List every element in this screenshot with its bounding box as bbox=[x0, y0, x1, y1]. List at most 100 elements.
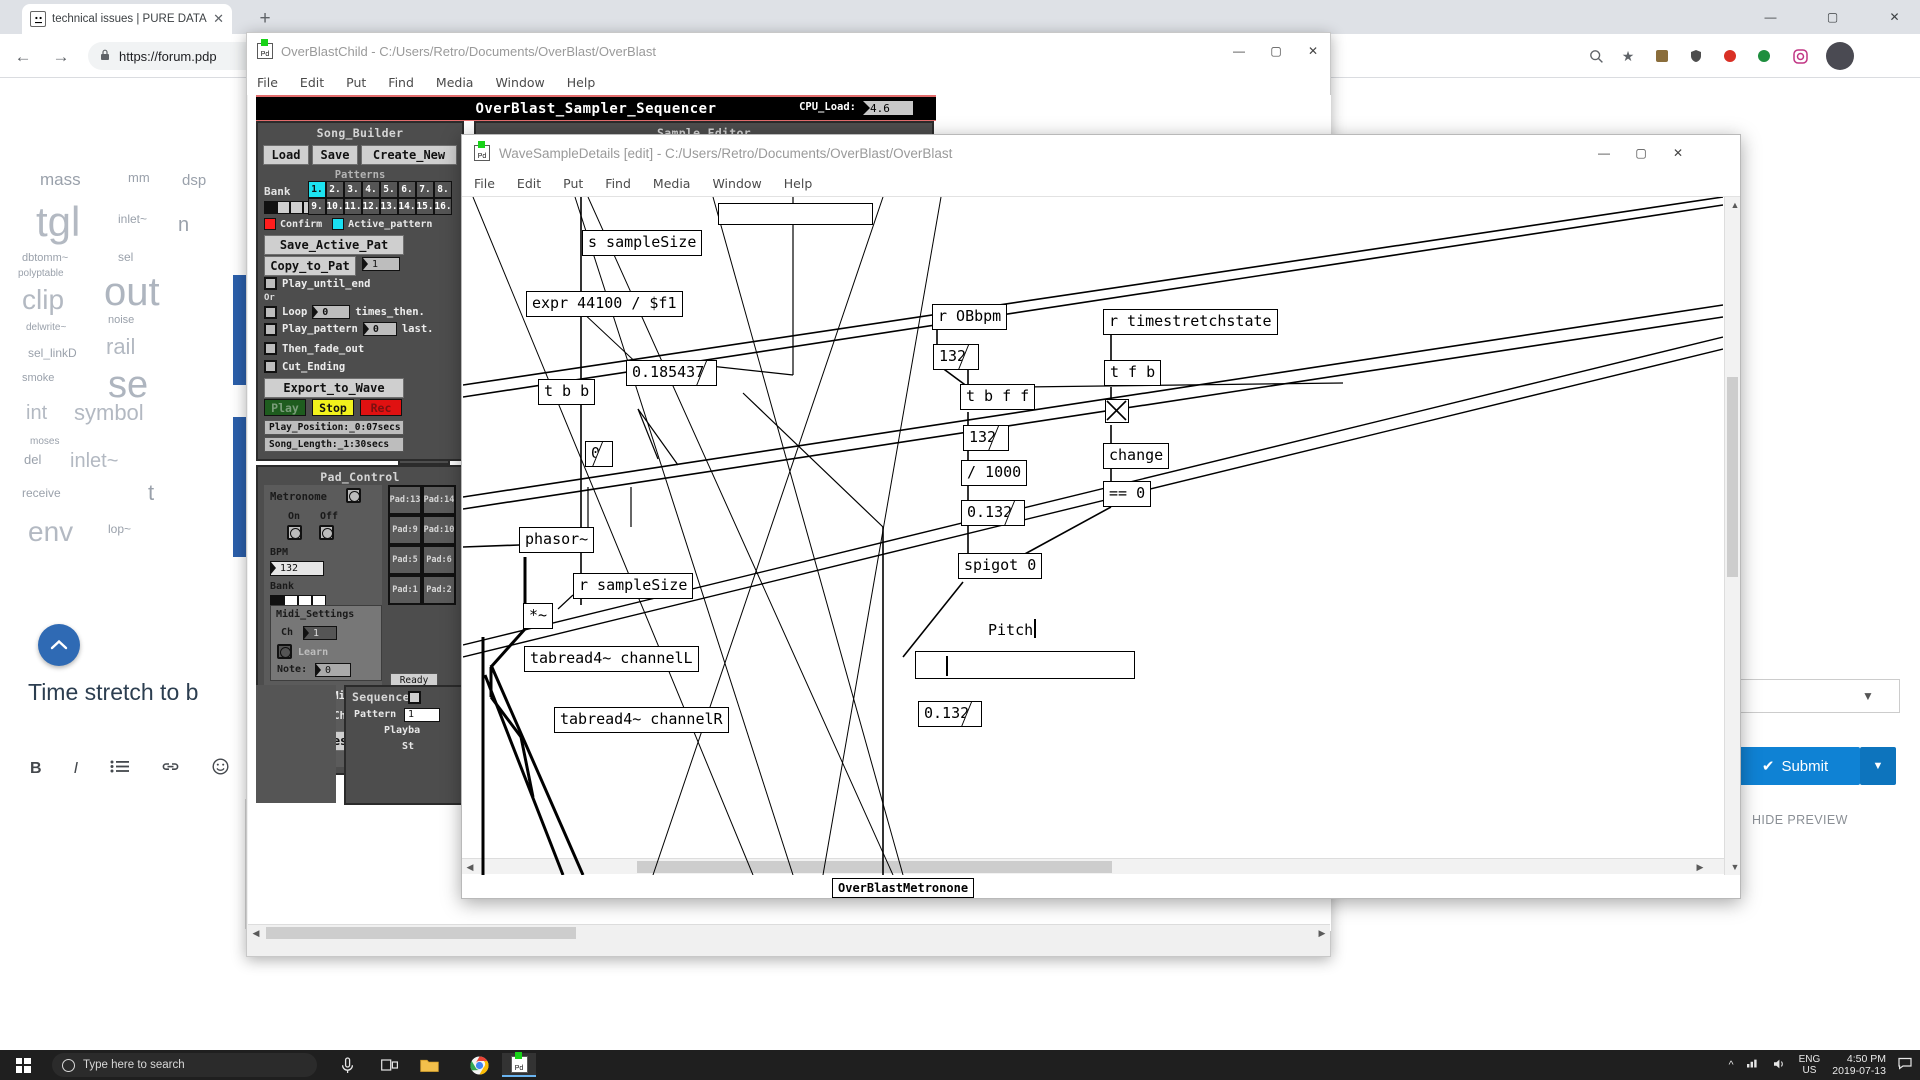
save-button[interactable]: Save bbox=[312, 145, 358, 165]
play-pattern-checkbox[interactable] bbox=[264, 322, 277, 336]
menu-put[interactable]: Put bbox=[563, 176, 583, 191]
shield-icon[interactable] bbox=[1682, 42, 1710, 70]
pd-child-vscrollbar[interactable]: ▲ ▼ bbox=[1724, 197, 1740, 875]
scroll-down-icon[interactable]: ▼ bbox=[1727, 859, 1743, 875]
pd-object-multiply-tilde[interactable]: *~ bbox=[523, 603, 554, 629]
speaker-icon[interactable] bbox=[1773, 1058, 1787, 1073]
pd-object-equals-zero[interactable]: == 0 bbox=[1103, 481, 1152, 507]
pattern-cell[interactable]: 6. bbox=[398, 181, 416, 198]
rec-button[interactable]: Rec bbox=[360, 399, 402, 416]
loop-checkbox[interactable] bbox=[264, 305, 277, 319]
chrome-button[interactable] bbox=[462, 1053, 496, 1077]
pad-9[interactable]: Pad:9 bbox=[388, 515, 422, 545]
then-fade-out-row[interactable]: Then_fade_out bbox=[264, 342, 364, 355]
italic-button[interactable]: I bbox=[74, 760, 78, 778]
pd-object-t-f-b[interactable]: t f b bbox=[1104, 360, 1162, 386]
pd-object-expr[interactable]: expr 44100 / $f1 bbox=[526, 291, 683, 317]
profile-avatar[interactable] bbox=[1826, 42, 1854, 70]
pad-10[interactable]: Pad:10 bbox=[422, 515, 456, 545]
pattern-cell[interactable]: 8. bbox=[434, 181, 452, 198]
midi-settings-panel[interactable]: Midi_Settings Ch 1 Learn Note: 0 bbox=[270, 605, 382, 681]
pd-taskbar-button[interactable]: Pd bbox=[502, 1051, 536, 1077]
pd-object-divide-1000[interactable]: / 1000 bbox=[961, 460, 1028, 486]
pd-child-canvas[interactable]: s sampleSize expr 44100 / $f1 0.185437 t… bbox=[463, 197, 1723, 875]
circle-green-icon[interactable] bbox=[1750, 42, 1778, 70]
pattern-cell[interactable]: 14. bbox=[398, 198, 416, 215]
scroll-to-top-button[interactable] bbox=[38, 624, 80, 666]
windows-taskbar[interactable]: Type here to search Pd ^ ENG US 4:50 PM … bbox=[0, 1050, 1920, 1080]
browser-maximize-button[interactable]: ▢ bbox=[1810, 2, 1855, 32]
search-icon[interactable] bbox=[1582, 42, 1610, 70]
forward-button[interactable]: → bbox=[48, 44, 74, 70]
pd-object-r-samplesize[interactable]: r sampleSize bbox=[573, 573, 694, 599]
pattern-cell[interactable]: 12. bbox=[362, 198, 380, 215]
browser-close-button[interactable]: ✕ bbox=[1872, 2, 1917, 32]
tray-expand-icon[interactable]: ^ bbox=[1729, 1059, 1734, 1071]
menu-media[interactable]: Media bbox=[653, 176, 691, 191]
copy-to-pat-number[interactable]: 1 bbox=[362, 257, 400, 271]
play-until-end-checkbox[interactable] bbox=[264, 277, 277, 290]
pattern-cell[interactable]: 4. bbox=[362, 181, 380, 198]
pd-parent-hscrollbar[interactable]: ◀ ▶ bbox=[248, 924, 1330, 940]
search-input[interactable]: Type here to search bbox=[52, 1053, 317, 1077]
menu-window[interactable]: Window bbox=[712, 176, 761, 191]
pattern-cell[interactable]: 10. bbox=[326, 198, 344, 215]
pd-number-0132-a[interactable]: 0.132 bbox=[961, 500, 1026, 526]
bold-button[interactable]: B bbox=[30, 760, 42, 778]
scroll-left-icon[interactable]: ◀ bbox=[248, 925, 264, 941]
export-to-wave-button[interactable]: Export_to_Wave bbox=[264, 378, 404, 398]
menu-find[interactable]: Find bbox=[388, 75, 414, 90]
menu-put[interactable]: Put bbox=[346, 75, 366, 90]
pd-object-r-obbpm[interactable]: r OBbpm bbox=[932, 304, 1008, 330]
submit-button[interactable]: ✔ Submit bbox=[1730, 747, 1860, 785]
pd-number-132-b[interactable]: 132 bbox=[963, 425, 1010, 451]
notification-icon[interactable] bbox=[1898, 1057, 1912, 1073]
pd-number-132-a[interactable]: 132 bbox=[933, 344, 980, 370]
pad-2[interactable]: Pad:2 bbox=[422, 575, 456, 605]
explorer-button[interactable] bbox=[412, 1053, 446, 1077]
hide-preview-link[interactable]: HIDE PREVIEW bbox=[1752, 813, 1848, 827]
song-builder-panel[interactable]: Song_Builder Load Save Create_New Patter… bbox=[256, 121, 464, 461]
scroll-right-icon[interactable]: ▶ bbox=[1314, 925, 1330, 941]
midi-note-number[interactable]: 0 bbox=[315, 663, 351, 677]
list-icon[interactable] bbox=[110, 760, 130, 778]
submit-options-button[interactable]: ▼ bbox=[1860, 747, 1896, 785]
close-tab-icon[interactable]: ✕ bbox=[213, 11, 224, 27]
stop-button[interactable]: Stop bbox=[312, 399, 354, 416]
menu-window[interactable]: Window bbox=[495, 75, 544, 90]
pd-object-change[interactable]: change bbox=[1103, 443, 1170, 469]
bpm-number[interactable]: 132 bbox=[270, 561, 324, 576]
play-button[interactable]: Play bbox=[264, 399, 306, 416]
pd-number-zero[interactable]: 0 bbox=[585, 441, 614, 467]
pd-child-window[interactable]: Pd WaveSampleDetails [edit] - C:/Users/R… bbox=[461, 134, 1741, 899]
save-active-pat-button[interactable]: Save_Active_Pat bbox=[264, 235, 404, 255]
circle-red-icon[interactable] bbox=[1716, 42, 1744, 70]
pd-toggle[interactable] bbox=[1105, 399, 1129, 423]
menu-file[interactable]: File bbox=[474, 176, 495, 191]
load-button[interactable]: Load bbox=[263, 145, 309, 165]
language-indicator[interactable]: ENG US bbox=[1799, 1054, 1821, 1077]
pattern-cell[interactable]: 3. bbox=[344, 181, 362, 198]
chevron-down-icon[interactable]: ▼ bbox=[1862, 689, 1874, 703]
pattern-grid[interactable]: 1. 2. 3. 4. 5. 6. 7. 8. 9. 10. 11. 12. 1… bbox=[308, 181, 452, 215]
pd-object-s-samplesize[interactable]: s sampleSize bbox=[582, 230, 703, 256]
pd-object-partial-top[interactable] bbox=[718, 203, 873, 225]
pattern-cell[interactable]: 2. bbox=[326, 181, 344, 198]
link-icon[interactable] bbox=[161, 760, 180, 778]
pd-object-r-timestretchstate[interactable]: r timestretchstate bbox=[1103, 309, 1278, 335]
menu-help[interactable]: Help bbox=[567, 75, 596, 90]
pd-number-0185437[interactable]: 0.185437 bbox=[626, 360, 718, 386]
new-tab-button[interactable]: + bbox=[252, 6, 278, 32]
pd-parent-close-button[interactable]: ✕ bbox=[1289, 33, 1337, 69]
start-button[interactable] bbox=[5, 1053, 41, 1077]
bank-cell-2[interactable] bbox=[277, 201, 290, 214]
pad-13[interactable]: Pad:13 bbox=[388, 485, 422, 515]
cut-ending-row[interactable]: Cut_Ending bbox=[264, 360, 345, 373]
pd-object-tabread4-right[interactable]: tabread4~ channelR bbox=[554, 707, 729, 733]
create-new-button[interactable]: Create_New bbox=[361, 145, 457, 165]
metronome-off-bang[interactable] bbox=[319, 525, 334, 540]
pd-object-tabread4-left[interactable]: tabread4~ channelL bbox=[524, 646, 699, 672]
pattern-cell[interactable]: 13. bbox=[380, 198, 398, 215]
bank-cell-1[interactable] bbox=[264, 201, 277, 214]
pattern-cell[interactable]: 5. bbox=[380, 181, 398, 198]
